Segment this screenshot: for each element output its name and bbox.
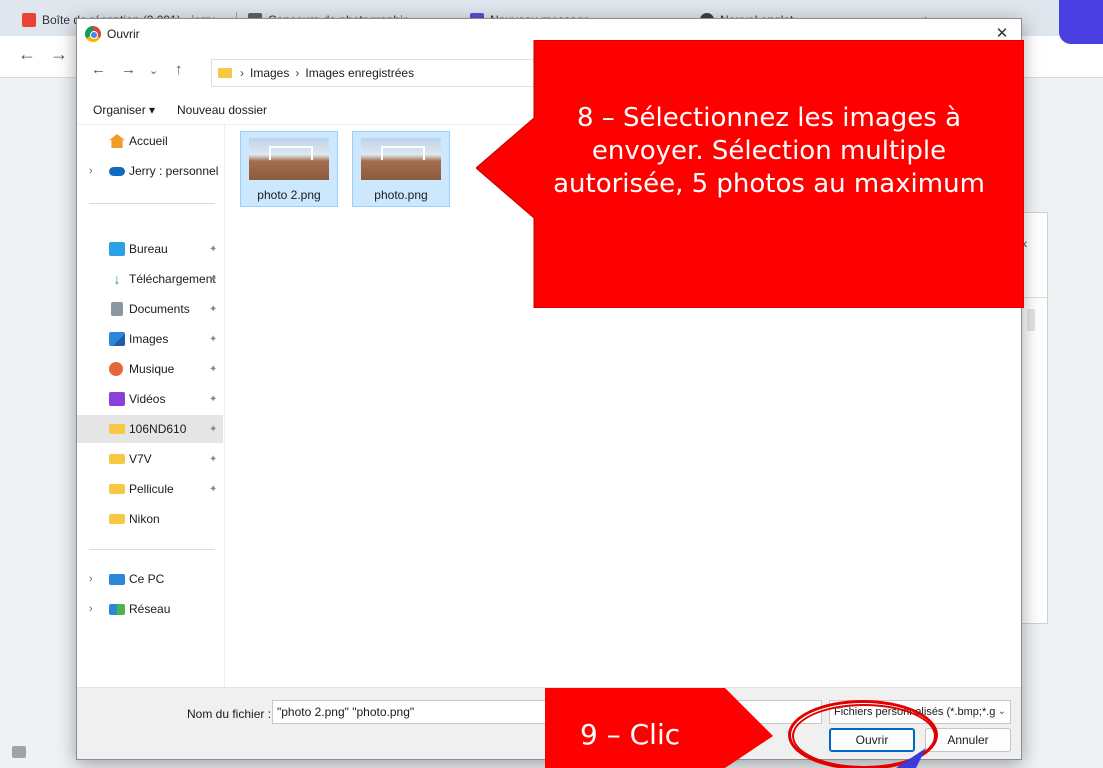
divider <box>89 549 215 550</box>
organize-button[interactable]: Organiser ▾ <box>93 103 155 117</box>
sidebar-item-pellicule[interactable]: Pellicule ✦ <box>77 475 223 503</box>
sidebar-item-label: Nikon <box>129 512 160 526</box>
pin-icon[interactable]: ✦ <box>209 484 217 495</box>
sidebar-item-label: 106ND610 <box>129 422 187 436</box>
chrome-icon <box>85 26 101 42</box>
sidebar-item-videos[interactable]: Vidéos ✦ <box>77 385 223 413</box>
sidebar-item-onedrive[interactable]: › Jerry : personnel <box>77 157 223 185</box>
pin-icon[interactable]: ✦ <box>209 454 217 465</box>
breadcrumb-item[interactable]: Images <box>250 66 289 80</box>
file-name: photo 2.png <box>257 188 321 202</box>
sidebar-item-images[interactable]: Images ✦ <box>77 325 223 353</box>
cancel-button[interactable]: Annuler <box>925 728 1011 752</box>
sidebar-item-accueil[interactable]: Accueil <box>77 127 223 155</box>
home-icon <box>109 134 125 148</box>
videos-icon <box>109 392 125 406</box>
onedrive-icon <box>109 167 125 176</box>
forward-arrow-icon[interactable]: → <box>121 61 136 78</box>
sidebar-item-ce-pc[interactable]: › Ce PC <box>77 565 223 593</box>
pin-icon[interactable]: ✦ <box>209 304 217 315</box>
folder-icon <box>109 514 125 524</box>
chevron-down-icon[interactable]: ⌄ <box>149 64 158 77</box>
feedback-icon[interactable] <box>12 746 26 758</box>
folder-icon <box>109 424 125 434</box>
desktop-icon <box>109 242 125 256</box>
sidebar-item-label: Accueil <box>129 134 168 148</box>
chevron-right-icon: › <box>89 603 93 615</box>
network-icon <box>109 603 125 615</box>
download-icon: ↓ <box>113 271 121 287</box>
divider <box>89 203 215 204</box>
dialog-title: Ouvrir <box>107 27 140 41</box>
documents-icon <box>111 302 123 316</box>
sidebar-item-106nd610[interactable]: 106ND610 ✦ <box>77 415 223 443</box>
new-folder-button[interactable]: Nouveau dossier <box>177 103 267 117</box>
pictures-icon <box>109 332 125 346</box>
pin-icon[interactable]: ✦ <box>209 274 217 285</box>
annotation-text-step8: 8 – Sélectionnez les images à envoyer. S… <box>553 103 985 199</box>
sidebar-item-label: Images <box>129 332 169 346</box>
forward-arrow-icon[interactable]: → <box>50 44 68 65</box>
navigation-pane: Accueil › Jerry : personnel Bureau ✦ ↓ T… <box>77 125 225 687</box>
sidebar-item-label: Vidéos <box>129 392 166 406</box>
sidebar-item-label: V7V <box>129 452 152 466</box>
sidebar-item-label: Musique <box>129 362 175 376</box>
sidebar-item-label: Pellicule <box>129 482 174 496</box>
sidebar-item-musique[interactable]: Musique ✦ <box>77 355 223 383</box>
sidebar-item-label: Ce PC <box>129 572 165 586</box>
pin-icon[interactable]: ✦ <box>209 334 217 345</box>
sidebar-item-label: Réseau <box>129 602 171 616</box>
sidebar-item-label: Téléchargement <box>129 272 216 286</box>
gmail-icon <box>22 13 36 27</box>
back-arrow-icon[interactable]: ← <box>91 61 106 78</box>
sidebar-item-v7v[interactable]: V7V ✦ <box>77 445 223 473</box>
file-name: photo.png <box>374 188 428 202</box>
filename-label: Nom du fichier : <box>187 707 272 721</box>
pin-icon[interactable]: ✦ <box>209 364 217 375</box>
cursor-icon <box>896 748 926 768</box>
sidebar-item-telechargement[interactable]: ↓ Téléchargement ✦ <box>77 265 223 293</box>
computer-icon <box>109 573 125 585</box>
chevron-right-icon: › <box>89 573 93 585</box>
image-thumbnail <box>249 138 329 180</box>
sidebar-item-bureau[interactable]: Bureau ✦ <box>77 235 223 263</box>
sidebar-item-documents[interactable]: Documents ✦ <box>77 295 223 323</box>
pin-icon[interactable]: ✦ <box>209 244 217 255</box>
decorative-shape <box>1059 0 1103 44</box>
folder-icon <box>218 68 232 78</box>
file-item-selected[interactable]: photo 2.png <box>240 131 338 207</box>
folder-icon <box>109 484 125 494</box>
sidebar-item-reseau[interactable]: › Réseau <box>77 595 223 623</box>
sidebar-item-nikon[interactable]: Nikon <box>77 505 223 533</box>
sidebar-item-label: Jerry : personnel <box>129 164 219 178</box>
folder-icon <box>109 454 125 464</box>
sidebar-item-label: Bureau <box>129 242 168 256</box>
chevron-right-icon: › <box>89 165 93 177</box>
image-thumbnail <box>361 138 441 180</box>
sidebar-item-label: Documents <box>129 302 190 316</box>
chevron-down-icon: ⌄ <box>995 706 1006 717</box>
back-arrow-icon[interactable]: ← <box>18 44 36 65</box>
pin-icon[interactable]: ✦ <box>209 394 217 405</box>
music-icon <box>109 362 123 376</box>
breadcrumb-item[interactable]: Images enregistrées <box>305 66 414 80</box>
file-item-selected[interactable]: photo.png <box>352 131 450 207</box>
up-arrow-icon[interactable]: ↑ <box>175 61 183 78</box>
annotation-text-step9: 9 – Clic <box>580 718 681 751</box>
pin-icon[interactable]: ✦ <box>209 424 217 435</box>
